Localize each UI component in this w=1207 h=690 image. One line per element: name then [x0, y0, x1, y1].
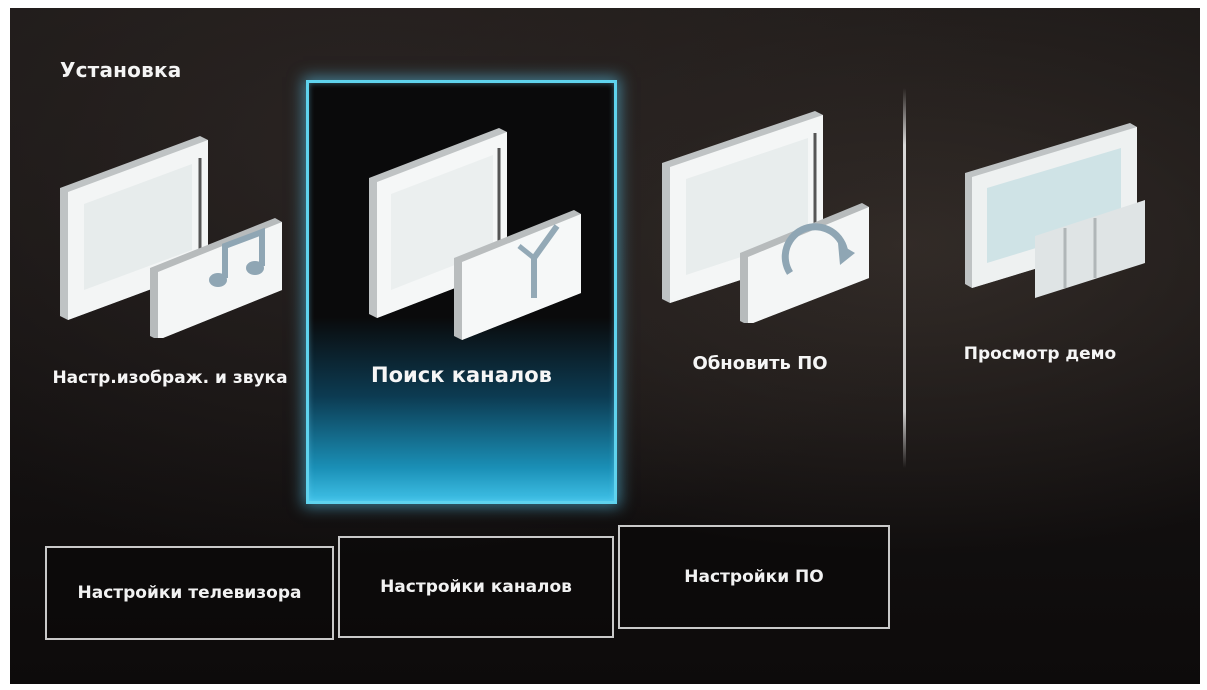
tv-settings-button[interactable]: Настройки телевизора: [45, 546, 334, 640]
update-icon: [662, 111, 869, 323]
button-label: Настройки ПО: [684, 567, 824, 587]
demo-icon: [965, 123, 1145, 298]
antenna-icon: [369, 128, 581, 340]
button-label: Настройки телевизора: [77, 583, 302, 603]
button-label: Настройки каналов: [380, 577, 572, 597]
section-title: Установка: [60, 58, 182, 82]
tile-label: Обновить ПО: [692, 353, 828, 374]
tile-software-update[interactable]: Обновить ПО: [650, 103, 890, 403]
tile-label: Поиск каналов: [371, 363, 552, 387]
tv-setup-screen: Установка Настр.изображ. и звука Поиск к…: [10, 8, 1200, 684]
tile-channel-search[interactable]: Поиск каналов: [306, 80, 617, 504]
tile-label: Просмотр демо: [963, 344, 1117, 364]
channel-settings-button[interactable]: Настройки каналов: [338, 536, 614, 638]
software-settings-button[interactable]: Настройки ПО: [618, 525, 890, 629]
tile-picture-sound[interactable]: Настр.изображ. и звука: [50, 118, 300, 418]
tile-demo[interactable]: Просмотр демо: [955, 118, 1155, 398]
picture-sound-icon: [60, 136, 282, 338]
tile-label: Настр.изображ. и звука: [52, 368, 288, 388]
menu-divider: [903, 88, 906, 468]
